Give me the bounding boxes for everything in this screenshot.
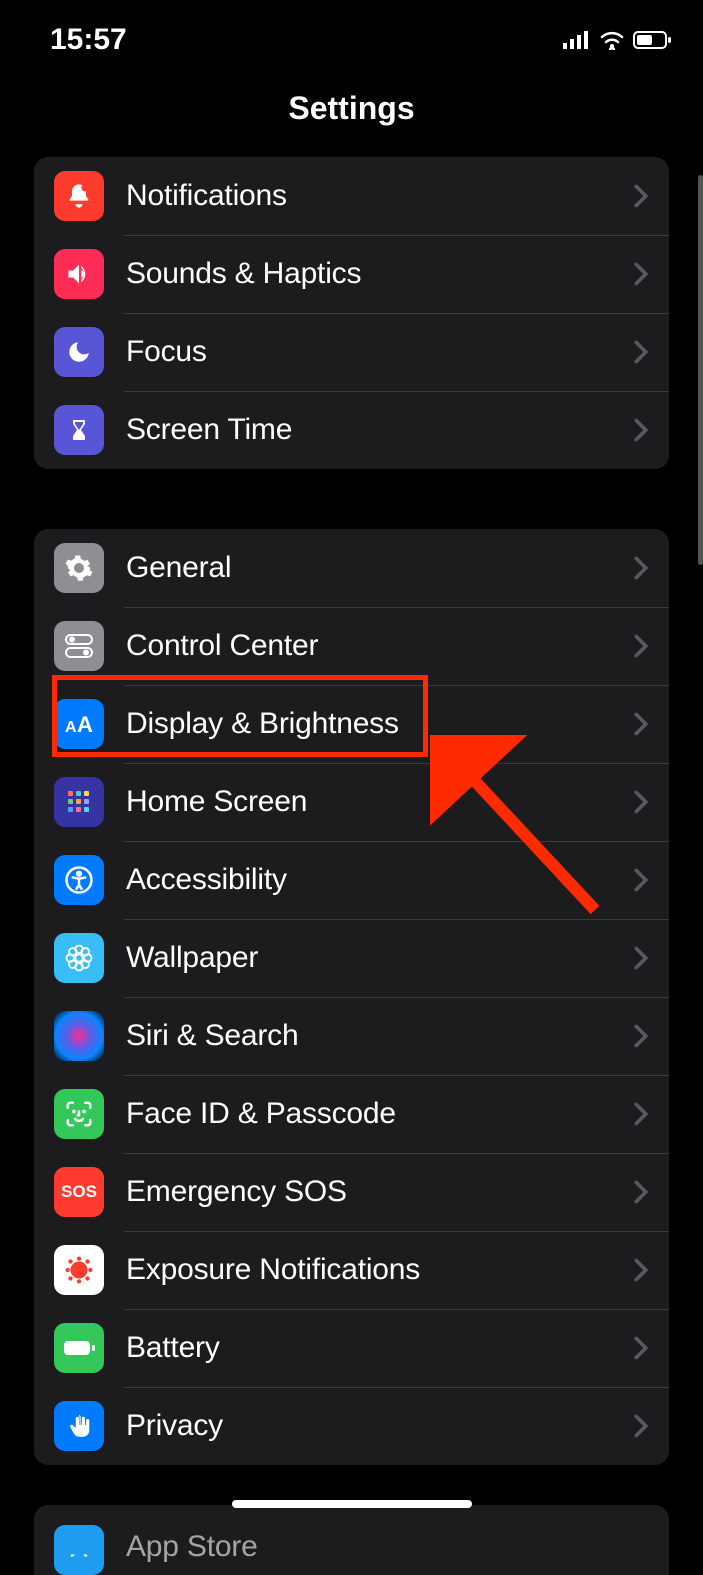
flower-icon: [54, 933, 104, 983]
exposure-icon: [54, 1245, 104, 1295]
cellular-icon: [563, 31, 591, 49]
row-sounds-haptics[interactable]: Sounds & Haptics: [34, 235, 669, 313]
bell-icon: [54, 171, 104, 221]
row-focus[interactable]: Focus: [34, 313, 669, 391]
page-title: Settings: [0, 90, 703, 127]
row-label: Face ID & Passcode: [126, 1097, 633, 1131]
row-label: Wallpaper: [126, 941, 633, 975]
row-general[interactable]: General: [34, 529, 669, 607]
chevron-right-icon: [633, 1336, 649, 1360]
row-label: App Store: [126, 1530, 649, 1564]
chevron-right-icon: [633, 1258, 649, 1282]
row-emergency-sos[interactable]: SOS Emergency SOS: [34, 1153, 669, 1231]
text-size-icon: AA: [54, 699, 104, 749]
switches-icon: [54, 621, 104, 671]
row-control-center[interactable]: Control Center: [34, 607, 669, 685]
row-exposure-notifications[interactable]: Exposure Notifications: [34, 1231, 669, 1309]
chevron-right-icon: [633, 1102, 649, 1126]
status-bar: 15:57: [0, 0, 703, 70]
row-battery[interactable]: Battery: [34, 1309, 669, 1387]
chevron-right-icon: [633, 868, 649, 892]
chevron-right-icon: [633, 1414, 649, 1438]
chevron-right-icon: [633, 790, 649, 814]
row-label: General: [126, 551, 633, 585]
chevron-right-icon: [633, 1024, 649, 1048]
chevron-right-icon: [633, 712, 649, 736]
status-time: 15:57: [50, 23, 127, 57]
row-label: Focus: [126, 335, 633, 369]
svg-text:A: A: [77, 712, 93, 736]
row-label: Display & Brightness: [126, 707, 633, 741]
speaker-icon: [54, 249, 104, 299]
battery-icon: [633, 30, 673, 50]
row-label: Home Screen: [126, 785, 633, 819]
chevron-right-icon: [633, 184, 649, 208]
faceid-icon: [54, 1089, 104, 1139]
appstore-icon: [54, 1525, 104, 1575]
scroll-indicator[interactable]: [698, 175, 703, 565]
row-notifications[interactable]: Notifications: [34, 157, 669, 235]
page-header: Settings: [0, 70, 703, 157]
settings-group-general: General Control Center AA Display & Brig…: [34, 529, 669, 1465]
hand-icon: [54, 1401, 104, 1451]
svg-text:A: A: [65, 719, 77, 736]
sos-icon: SOS: [54, 1167, 104, 1217]
chevron-right-icon: [633, 418, 649, 442]
wifi-icon: [599, 30, 625, 50]
accessibility-icon: [54, 855, 104, 905]
row-label: Sounds & Haptics: [126, 257, 633, 291]
chevron-right-icon: [633, 634, 649, 658]
row-label: Control Center: [126, 629, 633, 663]
row-wallpaper[interactable]: Wallpaper: [34, 919, 669, 997]
row-screen-time[interactable]: Screen Time: [34, 391, 669, 469]
chevron-right-icon: [633, 1180, 649, 1204]
row-siri-search[interactable]: Siri & Search: [34, 997, 669, 1075]
row-faceid-passcode[interactable]: Face ID & Passcode: [34, 1075, 669, 1153]
row-privacy[interactable]: Privacy: [34, 1387, 669, 1465]
siri-icon: [54, 1011, 104, 1061]
row-home-screen[interactable]: Home Screen: [34, 763, 669, 841]
chevron-right-icon: [633, 340, 649, 364]
battery-icon: [54, 1323, 104, 1373]
grid-icon: [54, 777, 104, 827]
chevron-right-icon: [633, 556, 649, 580]
row-label: Siri & Search: [126, 1019, 633, 1053]
row-label: Screen Time: [126, 413, 633, 447]
row-label: Privacy: [126, 1409, 633, 1443]
row-display-brightness[interactable]: AA Display & Brightness: [34, 685, 669, 763]
status-icons: [563, 30, 673, 50]
row-label: Accessibility: [126, 863, 633, 897]
hourglass-icon: [54, 405, 104, 455]
settings-group-appstore: App Store: [34, 1505, 669, 1575]
moon-icon: [54, 327, 104, 377]
row-label: Battery: [126, 1331, 633, 1365]
gear-icon: [54, 543, 104, 593]
row-label: Emergency SOS: [126, 1175, 633, 1209]
row-label: Notifications: [126, 179, 633, 213]
row-accessibility[interactable]: Accessibility: [34, 841, 669, 919]
home-indicator[interactable]: [232, 1500, 472, 1508]
settings-group-notifications: Notifications Sounds & Haptics Focus Scr…: [34, 157, 669, 469]
row-label: Exposure Notifications: [126, 1253, 633, 1287]
row-app-store[interactable]: App Store: [34, 1505, 669, 1575]
chevron-right-icon: [633, 262, 649, 286]
chevron-right-icon: [633, 946, 649, 970]
